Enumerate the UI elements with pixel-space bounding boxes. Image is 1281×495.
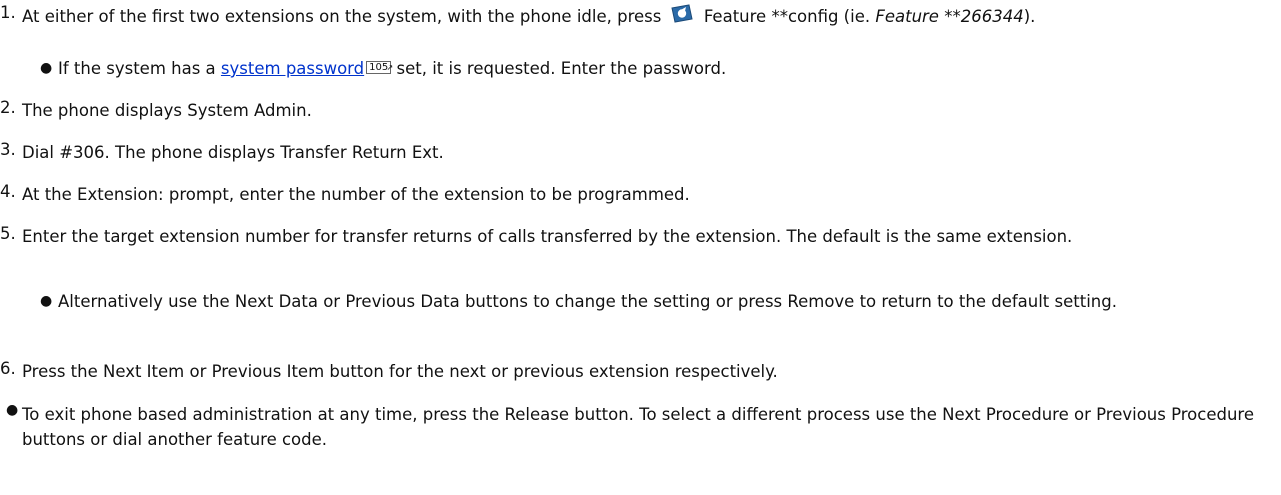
- feature-key-icon: [669, 3, 695, 32]
- step-number: 1.: [0, 3, 16, 22]
- step-number: 5.: [0, 224, 16, 243]
- bullet-dot-icon: ●: [40, 60, 53, 76]
- step-1-text-pre: At either of the first two extensions on…: [22, 7, 662, 26]
- note-text: Alternatively use the Next Data or Previ…: [58, 292, 1117, 311]
- step-1-text-post: Feature **config (ie.: [703, 7, 871, 26]
- step-text: The phone displays System Admin.: [22, 101, 312, 120]
- note-text-pre: If the system has a: [58, 59, 216, 78]
- step-1-text-end: ).: [1023, 7, 1036, 26]
- system-password-link[interactable]: system password: [221, 59, 364, 78]
- step-text: Press the Next Item or Previous Item but…: [22, 362, 778, 381]
- step-text: At the Extension: prompt, enter the numb…: [22, 185, 690, 204]
- note-text-post: set, it is requested. Enter the password…: [396, 59, 727, 78]
- step-text: Dial #306. The phone displays Transfer R…: [22, 143, 444, 162]
- note-text: If the system has a system password 105 ↗ …: [58, 56, 1276, 81]
- step-number: 6.: [0, 359, 16, 378]
- step-number: 3.: [0, 140, 16, 159]
- step-text: At either of the first two extensions on…: [22, 3, 1276, 32]
- exit-instructions-text: To exit phone based administration at an…: [22, 405, 1254, 449]
- step-number: 2.: [0, 98, 16, 117]
- step-number: 4.: [0, 182, 16, 201]
- page-reference-number: 105: [369, 62, 389, 73]
- bullet-dot-icon: ●: [40, 293, 53, 309]
- page-reference[interactable]: 105 ↗: [366, 61, 394, 74]
- page-ref-arrow-icon: ↗: [386, 63, 394, 72]
- step-text: Enter the target extension number for tr…: [22, 227, 1073, 246]
- feature-code-example: Feature **266344: [875, 7, 1024, 26]
